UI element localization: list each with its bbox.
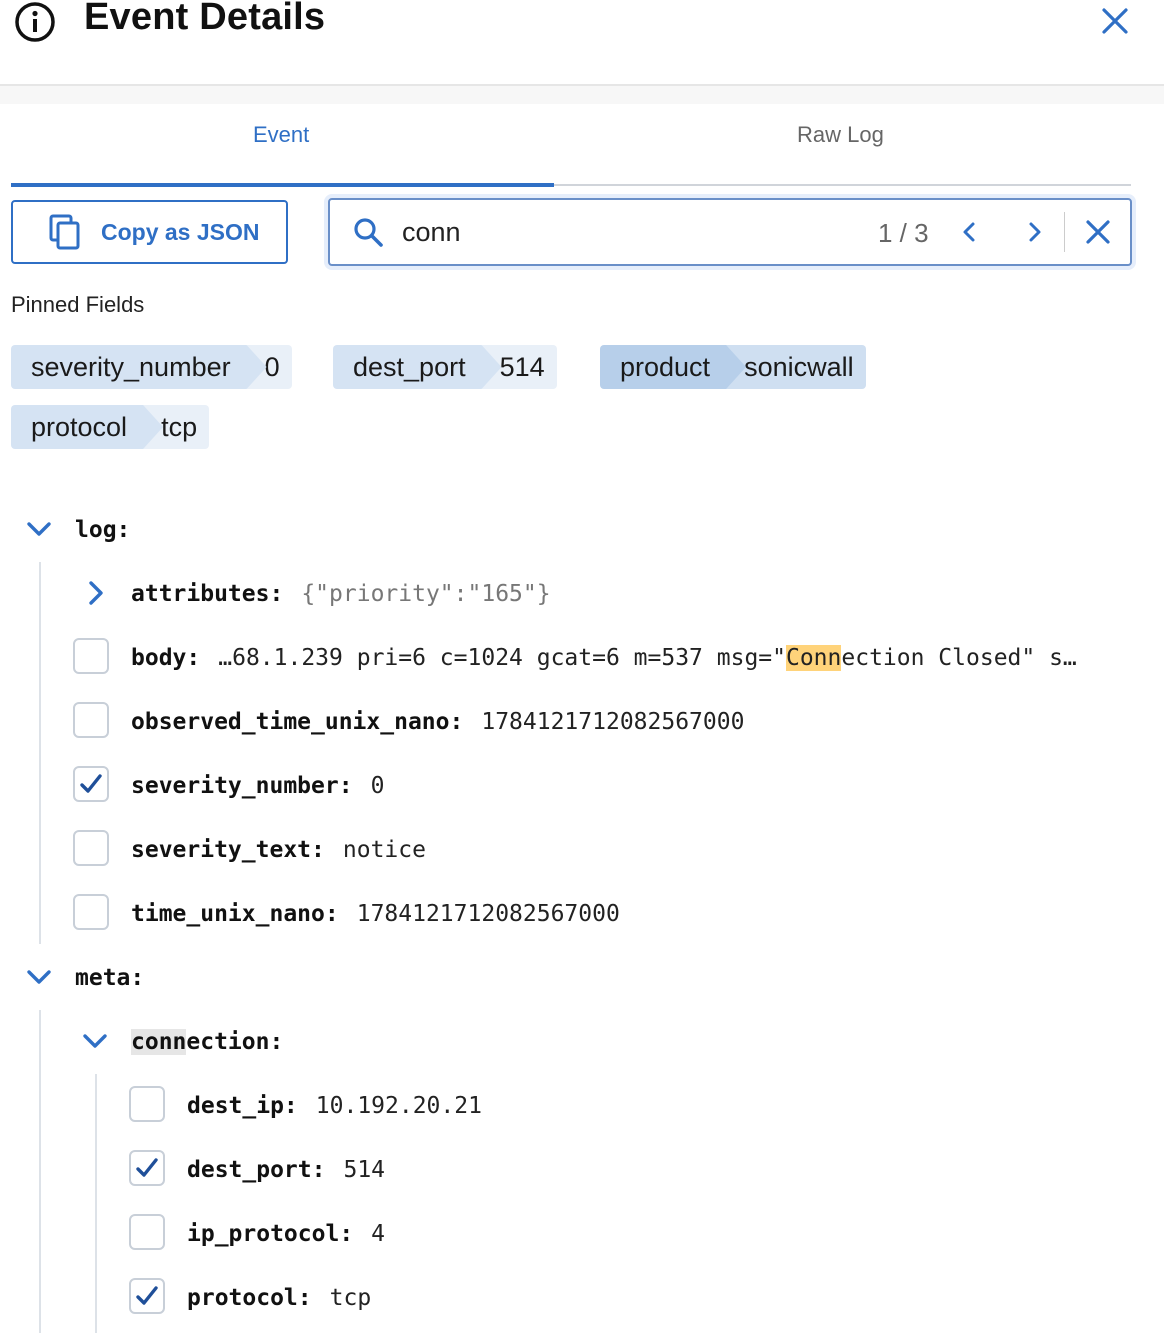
tree-row-time-unix-nano: time_unix_nano: 1784121712082567000 [131, 894, 620, 934]
pinned-field-key: protocol [11, 405, 163, 449]
pinned-field-severity-number[interactable]: severity_number 0 [11, 345, 292, 389]
field-value: 10.192.20.21 [315, 1093, 482, 1119]
chevron-right-icon[interactable] [81, 578, 111, 608]
tree-node-log: log: [75, 510, 130, 550]
search-divider [1064, 212, 1065, 252]
pin-checkbox-time-unix-nano[interactable] [73, 894, 109, 930]
tab-raw-log[interactable]: Raw Log [797, 122, 884, 148]
pin-checkbox-dest-port[interactable] [129, 1150, 165, 1186]
search-match-highlight: conn [131, 1029, 187, 1055]
pin-checkbox-dest-ip[interactable] [129, 1086, 165, 1122]
tree-row-severity-text: severity_text: notice [131, 830, 426, 870]
tree-row-severity-number: severity_number: 0 [131, 766, 384, 806]
tree-guide-line [39, 1010, 41, 1333]
field-key: body: [131, 645, 201, 671]
pin-checkbox-protocol[interactable] [129, 1278, 165, 1314]
pinned-field-dest-port[interactable]: dest_port 514 [333, 345, 557, 389]
field-key: protocol: [187, 1285, 312, 1311]
checkmark-icon [136, 1158, 158, 1177]
field-key: dest_port: [187, 1157, 326, 1183]
field-key: severity_text: [131, 837, 325, 863]
chevron-down-icon[interactable] [80, 1026, 110, 1056]
checkmark-icon [136, 1286, 158, 1305]
tree-guide-line [95, 1074, 97, 1333]
field-key: time_unix_nano: [131, 901, 339, 927]
tree-node-meta: meta: [75, 958, 144, 998]
tree-guide-line [39, 562, 41, 944]
tree-row-dest-ip: dest_ip: 10.192.20.21 [187, 1086, 482, 1126]
pin-checkbox-body[interactable] [73, 638, 109, 674]
tree-node-label-rest: ection: [186, 1029, 284, 1055]
tab-event[interactable]: Event [253, 122, 309, 148]
dialog-header: Event Details [0, 0, 1164, 86]
search-icon [354, 218, 383, 247]
field-value: 4 [371, 1221, 386, 1247]
pinned-field-key: severity_number [11, 345, 267, 389]
tree-node-label: log: [75, 517, 131, 543]
field-key: dest_ip: [187, 1093, 298, 1119]
field-value: …68.1.239 pri=6 c=1024 gcat=6 m=537 msg=… [218, 645, 1077, 671]
pinned-field-key: product [600, 345, 746, 389]
copy-as-json-button[interactable]: Copy as JSON [11, 200, 288, 264]
field-key: severity_number: [131, 773, 353, 799]
pin-checkbox-observed-time-unix-nano[interactable] [73, 702, 109, 738]
dialog-title: Event Details [84, 0, 326, 38]
chevron-down-icon[interactable] [24, 514, 54, 544]
search-input[interactable] [402, 212, 842, 252]
info-icon [15, 2, 55, 42]
pinned-field-protocol[interactable]: protocol tcp [11, 405, 210, 449]
copy-icon [49, 214, 80, 250]
next-match-icon[interactable] [1020, 218, 1048, 246]
tree-row-attributes: attributes: {"priority":"165"} [131, 574, 551, 614]
body-value-before: …68.1.239 pri=6 c=1024 gcat=6 m=537 msg=… [218, 645, 786, 671]
pinned-field-key: dest_port [333, 345, 502, 389]
tree-row-protocol: protocol: tcp [187, 1278, 371, 1318]
tree-row-observed-time-unix-nano: observed_time_unix_nano: 178412171208256… [131, 702, 744, 742]
pinned-field-product[interactable]: product sonicwall [600, 345, 866, 389]
copy-as-json-label: Copy as JSON [101, 219, 260, 245]
field-value: notice [342, 837, 426, 863]
field-key: observed_time_unix_nano: [131, 709, 464, 735]
active-tab-indicator [11, 183, 554, 187]
search-match-highlight: Conn [785, 645, 842, 671]
field-key: ip_protocol: [187, 1221, 354, 1247]
field-value: 1784121712082567000 [481, 709, 745, 735]
pin-checkbox-severity-text[interactable] [73, 830, 109, 866]
pinned-field-value: sonicwall [726, 345, 866, 389]
tab-bar: Event Raw Log [11, 104, 1131, 187]
previous-match-icon[interactable] [956, 218, 984, 246]
body-value-after: ection Closed" s… [841, 645, 1077, 671]
header-shadow [0, 86, 1164, 104]
chevron-down-icon[interactable] [24, 962, 54, 992]
field-key: attributes: [131, 581, 284, 607]
checkmark-icon [80, 774, 102, 793]
tree-row-dest-port: dest_port: 514 [187, 1150, 385, 1190]
close-icon[interactable] [1098, 4, 1132, 38]
tree-row-body: body: …68.1.239 pri=6 c=1024 gcat=6 m=53… [131, 638, 1077, 678]
pin-checkbox-ip-protocol[interactable] [129, 1214, 165, 1250]
tree-node-connection: connection: [131, 1022, 283, 1062]
field-value: {"priority":"165"} [301, 581, 551, 607]
pinned-fields-title: Pinned Fields [11, 292, 145, 317]
field-value: 0 [370, 773, 385, 799]
pin-checkbox-severity-number[interactable] [73, 766, 109, 802]
tree-node-label: connection: [131, 1029, 283, 1055]
field-value: 514 [343, 1157, 386, 1183]
match-count: 1 / 3 [878, 218, 929, 248]
clear-search-icon[interactable] [1082, 216, 1114, 248]
search-box: 1 / 3 [328, 198, 1132, 266]
tree-node-label: meta: [75, 965, 145, 991]
tree-row-ip-protocol: ip_protocol: 4 [187, 1214, 385, 1254]
field-value: tcp [329, 1285, 372, 1311]
field-value: 1784121712082567000 [356, 901, 620, 927]
